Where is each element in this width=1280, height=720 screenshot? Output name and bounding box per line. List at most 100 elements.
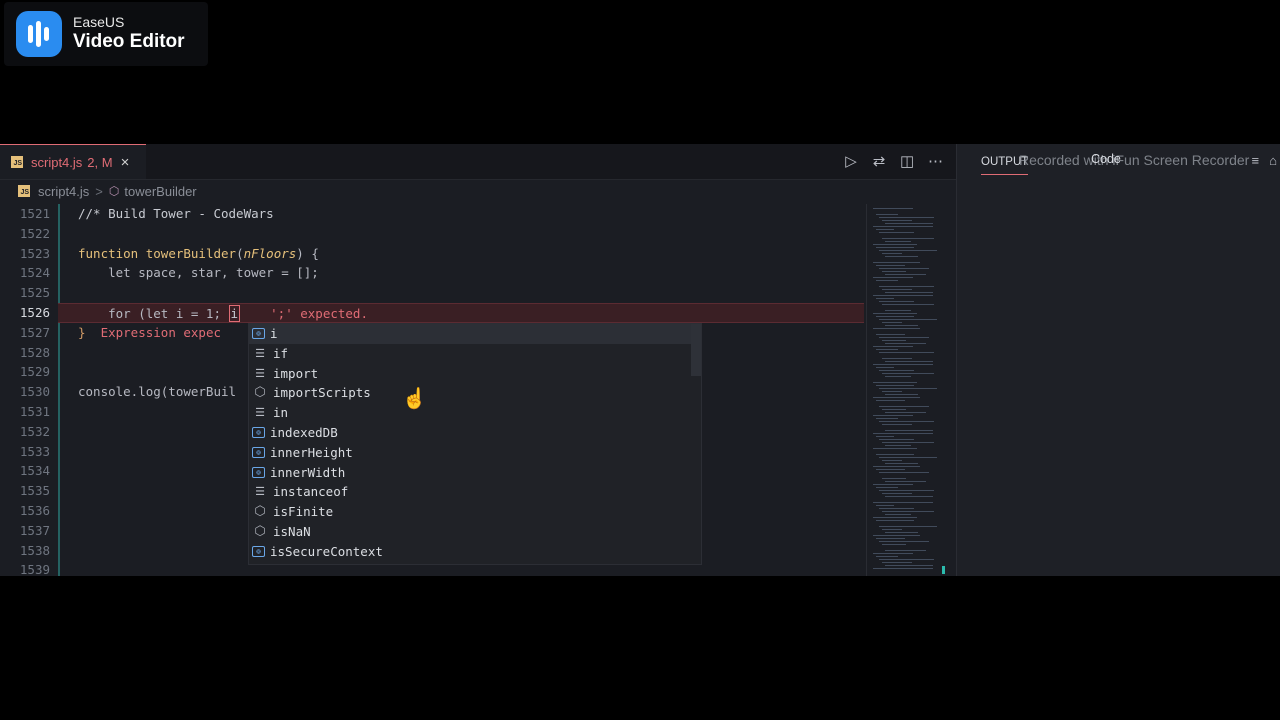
minimap-line bbox=[876, 385, 914, 386]
minimap-line bbox=[873, 502, 933, 503]
minimap-line bbox=[876, 436, 894, 437]
breadcrumb-file[interactable]: script4.js bbox=[38, 184, 89, 199]
suggestion-label: indexedDB bbox=[270, 424, 338, 440]
minimap-line bbox=[885, 496, 933, 497]
minimap-line bbox=[885, 310, 911, 311]
scrollbar-marker bbox=[942, 566, 945, 574]
suggestion-item[interactable]: ⊚ isSecureContext bbox=[249, 542, 701, 562]
minimap-line bbox=[885, 394, 918, 395]
minimap-line bbox=[882, 322, 902, 323]
line-number: 1529 bbox=[19, 364, 50, 380]
minimap-line bbox=[873, 262, 920, 263]
minimap-line bbox=[879, 268, 929, 269]
minimap-line bbox=[882, 271, 906, 272]
minimap-line bbox=[879, 370, 914, 371]
minimap-line bbox=[873, 277, 913, 278]
run-icon[interactable]: ▷ bbox=[844, 152, 858, 170]
suggestion-item[interactable]: ☰ in bbox=[249, 403, 701, 423]
minimap-line bbox=[882, 373, 934, 374]
more-icon[interactable]: ⋯ bbox=[928, 152, 943, 170]
minimap-line bbox=[882, 562, 912, 563]
suggestion-item[interactable]: ⬡ importScripts bbox=[249, 383, 701, 403]
minimap-line bbox=[882, 478, 906, 479]
breadcrumb-symbol[interactable]: towerBuilder bbox=[124, 184, 196, 199]
minimap-line bbox=[882, 544, 906, 545]
minimap-line bbox=[882, 238, 934, 239]
suggestion-label: isNaN bbox=[273, 523, 311, 539]
minimap-line bbox=[885, 274, 926, 275]
autocomplete-suggestions[interactable]: ⊚ i ☰ if ☰ import ⬡ importScripts ☰ in ⊚ indexedDB ⊚… bbox=[248, 323, 702, 565]
minimap-line bbox=[873, 295, 933, 296]
minimap-line bbox=[873, 313, 917, 314]
minimap-line bbox=[873, 346, 913, 347]
line-number: 1522 bbox=[19, 225, 50, 241]
minimap-line bbox=[885, 514, 911, 515]
suggestion-item[interactable]: ⊚ i bbox=[249, 324, 701, 344]
watermark-product: Video Editor bbox=[73, 31, 185, 52]
minimap-line bbox=[879, 319, 937, 320]
suggestion-label: in bbox=[273, 405, 289, 421]
suggestion-item[interactable]: ⬡ isFinite bbox=[249, 502, 701, 522]
suggestion-item[interactable]: ⊚ innerHeight bbox=[249, 443, 701, 463]
line-number: 1523 bbox=[19, 245, 50, 261]
compare-icon[interactable]: ⇄ bbox=[872, 152, 886, 170]
minimap-line bbox=[873, 517, 917, 518]
minimap-line bbox=[873, 226, 933, 227]
minimap-line bbox=[879, 388, 937, 389]
suggestion-item[interactable]: ☰ if bbox=[249, 344, 701, 364]
text-cursor: i bbox=[228, 304, 241, 322]
minimap-line bbox=[879, 490, 934, 491]
minimap-line bbox=[879, 286, 934, 287]
minimap-line bbox=[876, 400, 905, 401]
minimap-line bbox=[885, 430, 933, 431]
js-file-icon: JS bbox=[11, 156, 23, 168]
indent-guide bbox=[58, 204, 60, 576]
minimap-line bbox=[879, 559, 934, 560]
line-number-gutter: 1521 1522 1523 1524 1525 1526 1527 1528 1529 1530… bbox=[0, 204, 58, 576]
minimap-line bbox=[873, 328, 920, 329]
minimap-line bbox=[882, 358, 912, 359]
suggestion-item[interactable]: ⬡ isNaN bbox=[249, 522, 701, 542]
tab-script4[interactable]: JS script4.js 2, M × bbox=[0, 144, 146, 179]
close-icon[interactable]: × bbox=[121, 154, 130, 171]
minimap-line bbox=[882, 220, 912, 221]
easeus-logo bbox=[16, 11, 62, 57]
vscode-window: JS script4.js 2, M × ▷ ⇄ ◫ ⋯ JS script4.… bbox=[0, 144, 1280, 576]
minimap-line bbox=[876, 367, 894, 368]
clear-output-icon[interactable]: ≡ bbox=[1252, 153, 1260, 168]
suggestion-label: instanceof bbox=[273, 484, 349, 500]
line-number: 1539 bbox=[19, 562, 50, 576]
minimap[interactable] bbox=[866, 204, 943, 576]
split-editor-icon[interactable]: ◫ bbox=[900, 152, 914, 170]
module-icon: ⬡ bbox=[254, 385, 266, 401]
line-number: 1528 bbox=[19, 344, 50, 360]
minimap-line bbox=[885, 325, 918, 326]
suggestion-item[interactable]: ⊚ indexedDB bbox=[249, 423, 701, 443]
keyword-icon: ☰ bbox=[255, 346, 265, 360]
minimap-line bbox=[879, 526, 937, 527]
suggestion-item[interactable]: ⊚ innerWidth bbox=[249, 463, 701, 483]
suggestions-scrollbar[interactable] bbox=[691, 324, 701, 376]
code-line-1524: let space, star, tower = []; bbox=[78, 265, 319, 281]
minimap-line bbox=[885, 343, 926, 344]
line-number: 1536 bbox=[19, 502, 50, 518]
line-number: 1532 bbox=[19, 423, 50, 439]
editor-tabbar: JS script4.js 2, M × ▷ ⇄ ◫ ⋯ bbox=[0, 144, 956, 180]
suggestion-item[interactable]: ☰ instanceof bbox=[249, 482, 701, 502]
minimap-line bbox=[885, 256, 918, 257]
lock-icon[interactable]: ⌂ bbox=[1269, 153, 1277, 168]
tab-problem-count: 2, M bbox=[87, 154, 113, 170]
minimap-line bbox=[885, 463, 918, 464]
minimap-line bbox=[879, 217, 934, 218]
minimap-line bbox=[882, 493, 912, 494]
minimap-line bbox=[885, 241, 911, 242]
suggestion-item[interactable]: ☰ import bbox=[249, 364, 701, 384]
minimap-line bbox=[876, 265, 905, 266]
suggestion-label: innerWidth bbox=[270, 464, 346, 480]
minimap-line bbox=[882, 511, 934, 512]
minimap-line bbox=[873, 448, 917, 449]
editor-scrollbar[interactable] bbox=[942, 204, 956, 576]
output-channel-select[interactable]: Code bbox=[1091, 152, 1121, 166]
minimap-line bbox=[879, 472, 929, 473]
minimap-line bbox=[885, 412, 926, 413]
